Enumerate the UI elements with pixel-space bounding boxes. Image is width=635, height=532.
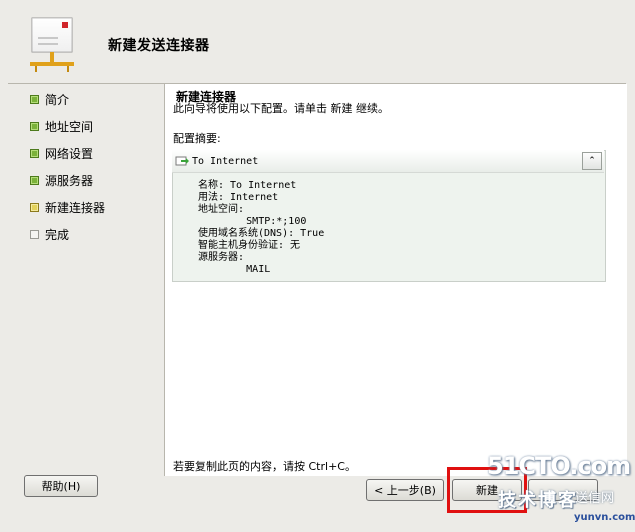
summary-line: 地址空间: [198,204,245,215]
send-connector-icon [175,156,189,166]
step-pending-icon [30,229,39,239]
watermark-text: 51CTO.com [487,452,631,480]
watermark-text: 技术博客 [498,490,578,511]
copy-hint: 若要复制此页的内容，请按 Ctrl+C。 [173,460,356,473]
mail-connector-icon [30,17,74,72]
nav-item-label: 地址空间 [45,119,94,134]
summary-line: MAIL [198,264,271,275]
summary-line: 智能主机身份验证: 无 [198,240,301,251]
nav-item-label: 源服务器 [45,173,94,188]
step-complete-icon [30,148,39,158]
back-button[interactable]: < 上一步(B) [366,479,444,501]
summary-line: 名称: To Internet [198,180,297,191]
summary-line: 用法: Internet [198,192,279,203]
page-description: 此向导将使用以下配置。请单击 新建 继续。 [173,102,389,115]
wizard-title: 新建发送连接器 [108,38,210,54]
nav-item-network-settings[interactable]: 网络设置 [30,145,93,161]
collapse-button[interactable]: ⌃ [582,152,602,170]
summary-line: SMTP:*;100 [198,216,307,227]
nav-item-address-space[interactable]: 地址空间 [30,118,93,134]
nav-item-label: 简介 [45,92,70,107]
summary-line: 使用域名系统(DNS): True [198,228,325,239]
step-current-icon [30,202,39,212]
watermark-text: 送信网 [575,491,615,506]
summary-label: 配置摘要: [173,132,221,145]
nav-item-new-connector[interactable]: 新建连接器 [30,199,105,215]
step-complete-icon [30,121,39,131]
chevron-up-icon: ⌃ [588,156,596,166]
nav-item-source-server[interactable]: 源服务器 [30,172,93,188]
step-complete-icon [30,175,39,185]
nav-item-label: 网络设置 [45,146,94,161]
wizard-header [0,0,635,82]
help-button[interactable]: 帮助(H) [24,475,98,497]
summary-line: 源服务器: [198,252,245,263]
watermark-url: yunvn.com [574,512,635,523]
step-complete-icon [30,94,39,104]
nav-item-label: 新建连接器 [45,200,106,215]
nav-item-label: 完成 [45,227,70,242]
nav-item-complete[interactable]: 完成 [30,226,69,242]
summary-title: To Internet [192,156,259,167]
nav-item-intro[interactable]: 简介 [30,91,69,107]
